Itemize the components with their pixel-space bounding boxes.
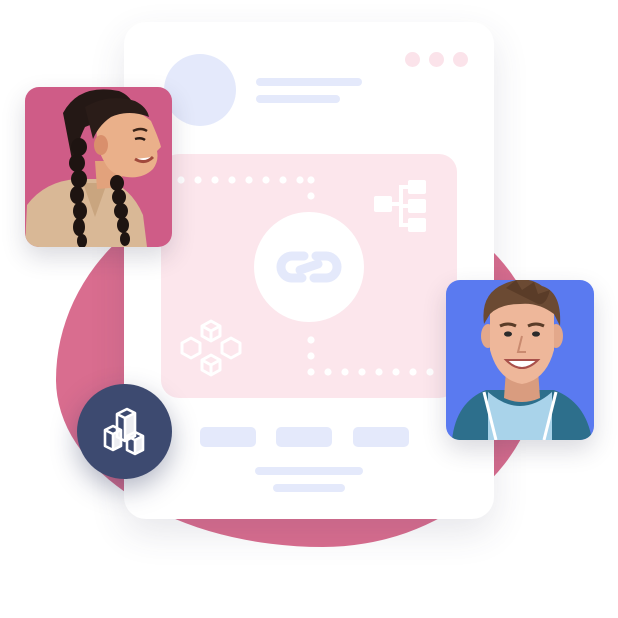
footer-placeholder-line xyxy=(273,484,345,492)
subtitle-placeholder-line xyxy=(256,95,340,103)
window-controls xyxy=(405,52,468,67)
stacked-blocks-icon xyxy=(103,407,145,456)
window-dot xyxy=(429,52,444,67)
link-icon xyxy=(276,251,342,283)
woman-with-braids-photo xyxy=(25,87,172,247)
integration-illustration xyxy=(0,0,618,618)
button-placeholder xyxy=(200,427,256,447)
footer-placeholder-line xyxy=(255,467,363,475)
hub-circle xyxy=(254,212,364,322)
blocks-badge xyxy=(77,384,172,479)
integration-panel xyxy=(161,154,457,398)
button-placeholder xyxy=(276,427,332,447)
smiling-man-photo xyxy=(446,280,594,440)
cube-cluster-icon xyxy=(180,319,242,377)
hierarchy-icon xyxy=(374,180,426,232)
profile-placeholder-circle xyxy=(164,54,236,126)
window-dot xyxy=(405,52,420,67)
window-dot xyxy=(453,52,468,67)
button-placeholder xyxy=(353,427,409,447)
title-placeholder-line xyxy=(256,78,362,86)
app-window-card xyxy=(124,22,494,519)
